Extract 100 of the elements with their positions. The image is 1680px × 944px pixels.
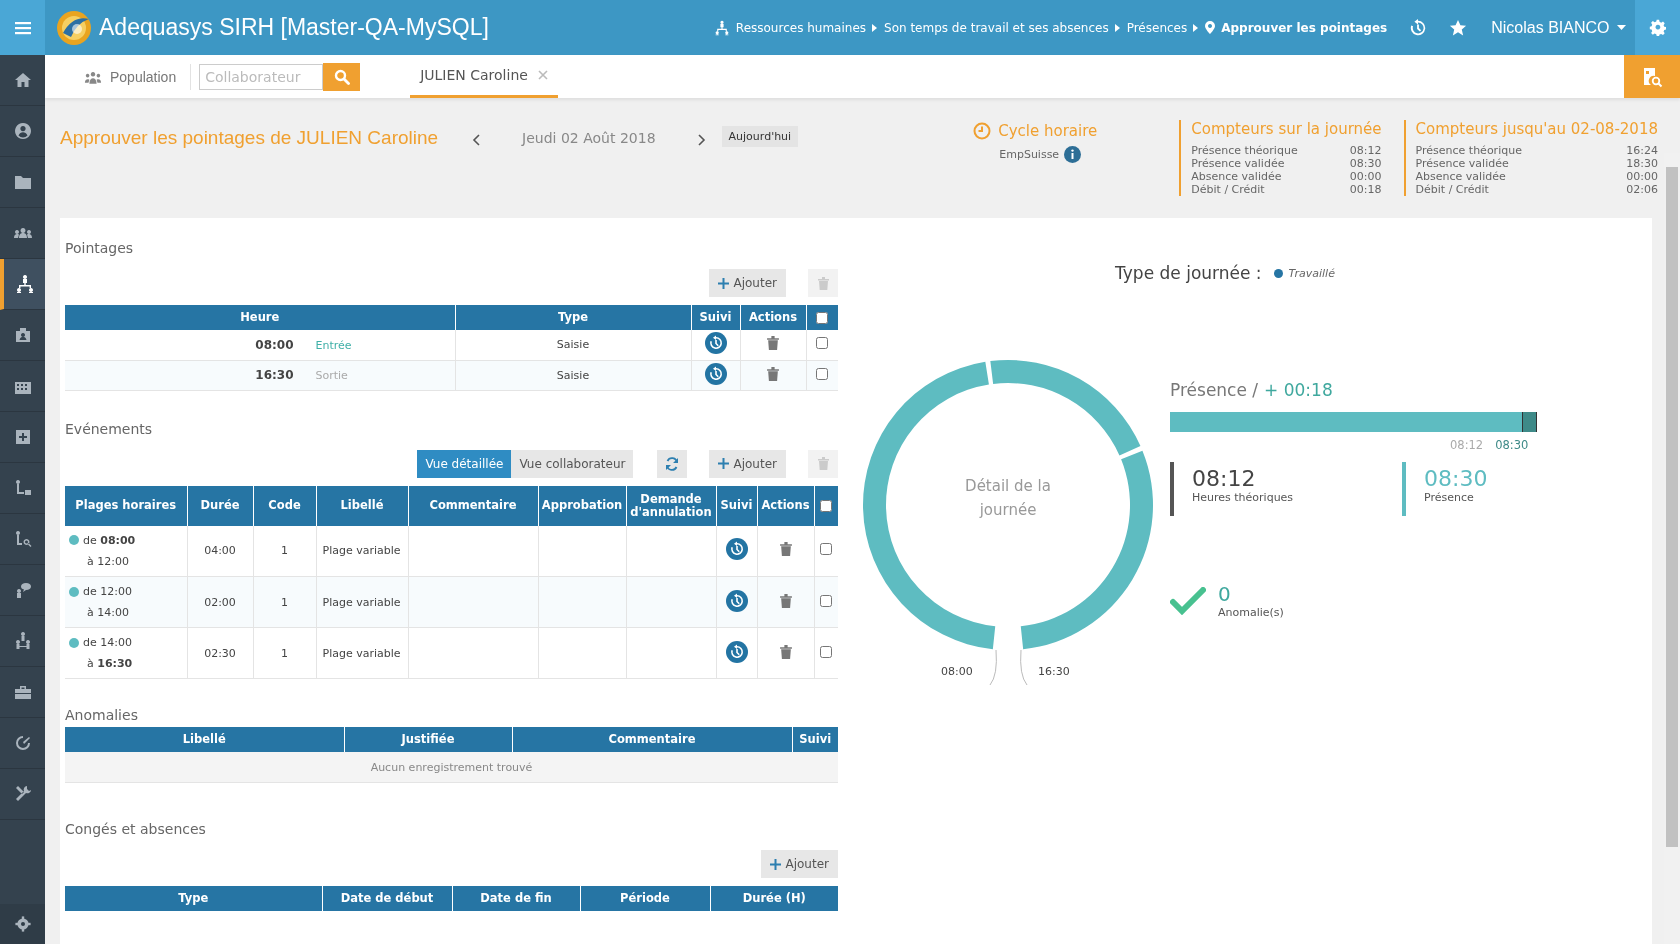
column-header: Type [455,305,691,330]
column-header: Suivi [691,305,740,330]
column-header: Approbation [538,485,626,526]
column-header: Libellé [65,727,344,752]
status-dot [69,637,79,648]
row-checkbox[interactable] [816,337,829,350]
row-checkbox[interactable] [820,645,833,658]
column-header: Période [580,886,710,911]
counter-value: 00:00 [1626,170,1658,183]
settings-button[interactable] [0,904,45,944]
date-label: Jeudi 02 Août 2018 [522,130,656,146]
plus-icon [718,458,730,469]
section-title: Evénements [65,420,154,437]
presence-label: Présence / [1170,380,1259,400]
time-range-end: à 14:00 [87,606,129,619]
leader-line [1020,649,1028,685]
column-header: Actions [757,485,814,526]
counter-value: 08:12 [1349,144,1382,157]
settings-icon [14,916,31,932]
population-button[interactable]: Population [78,67,183,86]
counter-title: Compteurs sur la journée [1191,120,1382,138]
counter-label: Présence validée [1415,157,1509,170]
column-header: Justifiée [344,727,512,752]
checkmark-icon [1170,586,1206,615]
cycle-name: EmpSuisse [999,148,1060,161]
document-search-icon [1641,65,1663,88]
breadcrumb-link[interactable]: Ressources humaines [735,20,867,35]
status-dot [69,586,79,597]
day-type-label: Type de journée : [1115,263,1262,283]
table-cell: Plage variable [316,627,408,679]
map-pin-icon [1205,21,1216,34]
section-title: Congés et absences [65,821,207,837]
stat-label: Heures théoriques [1192,491,1295,504]
add-button[interactable]: Ajouter [761,850,838,878]
view-toggle-button[interactable]: Vue collaborateur [511,449,634,478]
counter-value: 08:30 [1349,157,1382,170]
history-icon[interactable] [704,362,727,385]
star-icon[interactable] [1449,18,1468,37]
trash-icon[interactable] [779,542,792,557]
plus-icon [718,277,730,289]
counter-value: 00:00 [1349,170,1382,183]
trash-icon[interactable] [767,366,779,381]
sidebar-item[interactable] [0,259,45,310]
column-header: Suivi [792,727,838,752]
info-icon[interactable] [1064,146,1082,163]
actual-marker-label: 08:30 [1495,438,1529,452]
leader-line [989,649,997,685]
refresh-icon [665,456,680,471]
add-button[interactable]: Ajouter [709,269,786,297]
table-cell: Plage variable [316,525,408,577]
column-header: Durée [187,485,253,526]
time-range-start: de 08:00 [83,533,136,547]
status-dot [1273,268,1283,278]
section-title: Pointages [65,240,135,256]
stat-value: 08:30 [1424,466,1488,491]
presence-delta: + 00:18 [1264,380,1333,400]
counter-label: Présence théorique [1191,144,1298,157]
scrollbar-thumb[interactable] [1666,167,1678,847]
row-checkbox[interactable] [820,594,833,607]
breadcrumb-link[interactable]: Présences [1126,20,1188,35]
row-checkbox[interactable] [820,543,833,556]
section-title: Anomalies [65,707,139,723]
end-time-label: 16:30 [1038,665,1070,678]
settings-button[interactable] [1635,0,1680,55]
add-button[interactable]: Ajouter [709,449,786,478]
history-icon[interactable] [725,538,748,561]
history-icon[interactable] [1409,18,1428,37]
trash-icon[interactable] [779,644,792,659]
chevron-left-icon [472,134,481,146]
history-icon[interactable] [725,640,748,663]
today-button[interactable]: Aujourd'hui [721,126,799,147]
day-type-value: Travaillé [1288,266,1335,280]
select-all-checkbox[interactable] [820,499,833,512]
counter-label: Débit / Crédit [1191,183,1265,196]
org-chart-icon [14,274,35,294]
select-all-checkbox[interactable] [816,311,829,324]
logo-icon [55,8,93,47]
trash-icon[interactable] [767,336,779,351]
history-icon[interactable] [725,589,748,612]
refresh-button[interactable] [657,449,688,478]
menu-button[interactable] [0,0,45,55]
app-title: Adequasys SIRH [Master-QA-MySQL] [99,14,489,41]
person-tab[interactable]: JULIEN Caroline [410,55,558,98]
breadcrumb-link[interactable]: Son temps de travail et ses absences [884,20,1109,35]
table-cell: 02:00 [187,576,253,628]
stat-label: Présence [1424,491,1475,504]
row-checkbox[interactable] [816,367,829,380]
trash-icon[interactable] [779,593,792,608]
time-cell-text: 08:00 [254,337,294,352]
trash-icon [817,276,829,290]
history-icon[interactable] [704,332,727,355]
user-menu-button[interactable]: Nicolas BIANCO [1485,17,1616,38]
cycle-title: Cycle horaire [998,122,1098,140]
search-field[interactable]: Collaborateur [199,63,324,90]
menu-icon [14,20,31,35]
column-header: Type [65,886,322,911]
breadcrumb-link[interactable]: Approuver les pointages [1221,20,1388,35]
column-header: Plages horaires [65,485,187,526]
table-cell: Saisie [455,360,691,390]
view-toggle-button[interactable]: Vue détaillée [417,449,512,478]
